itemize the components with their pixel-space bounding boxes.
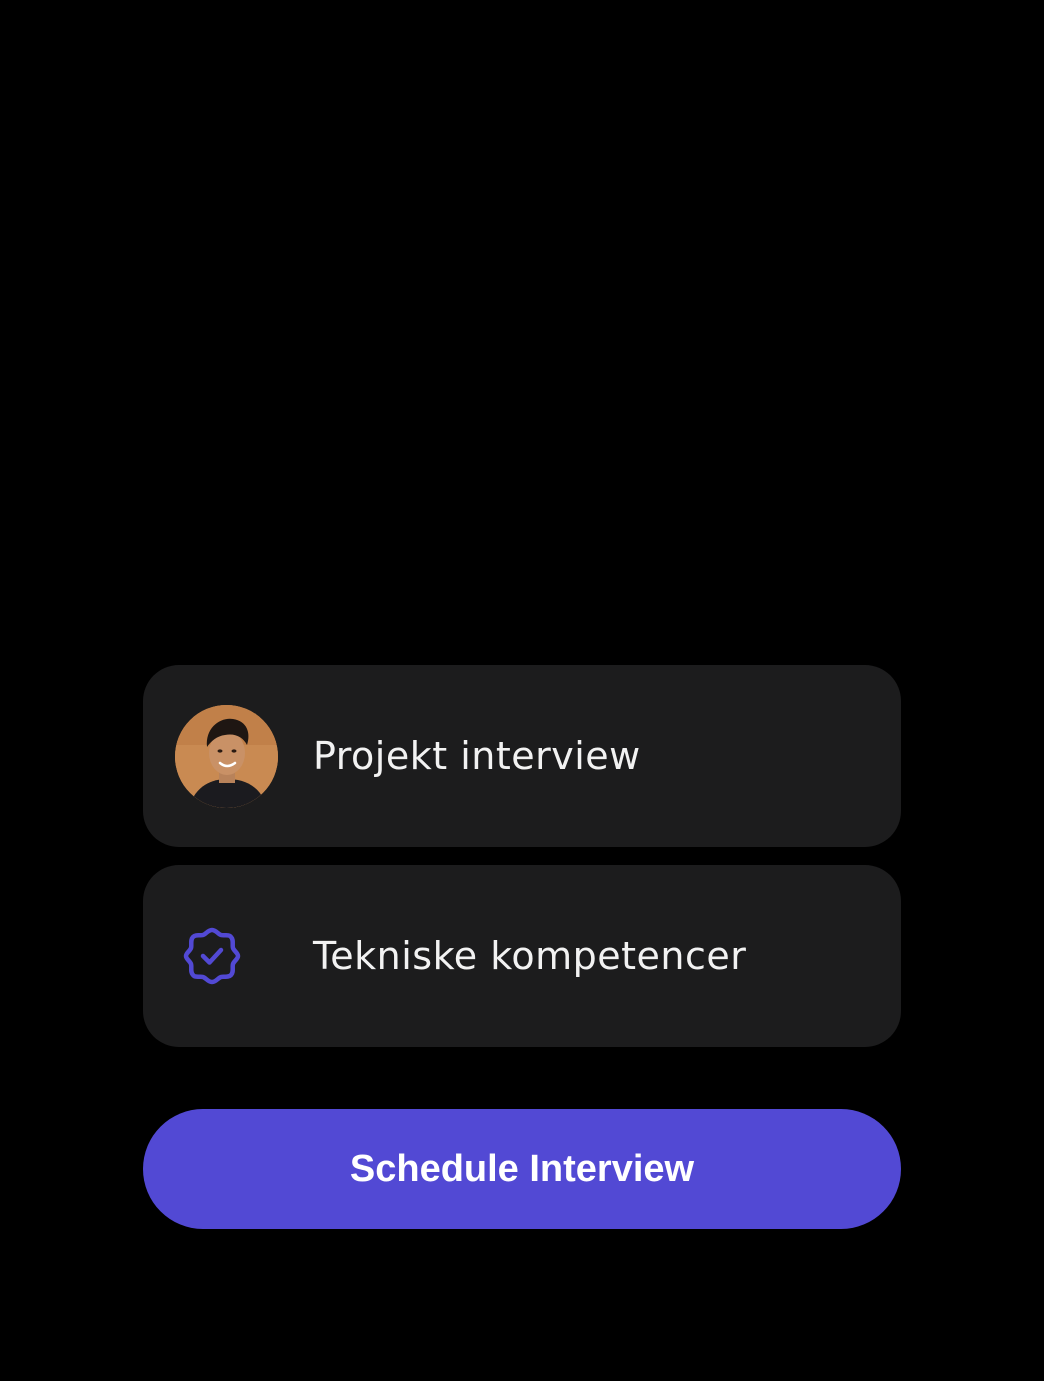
avatar [175,705,278,808]
project-interview-card[interactable]: Projekt interview [143,665,901,847]
card-label: Tekniske kompetencer [313,934,747,978]
technical-skills-card[interactable]: Tekniske kompetencer [143,865,901,1047]
verified-badge-icon [181,925,243,987]
schedule-interview-button[interactable]: Schedule Interview [143,1109,901,1229]
card-label: Projekt interview [313,734,641,778]
